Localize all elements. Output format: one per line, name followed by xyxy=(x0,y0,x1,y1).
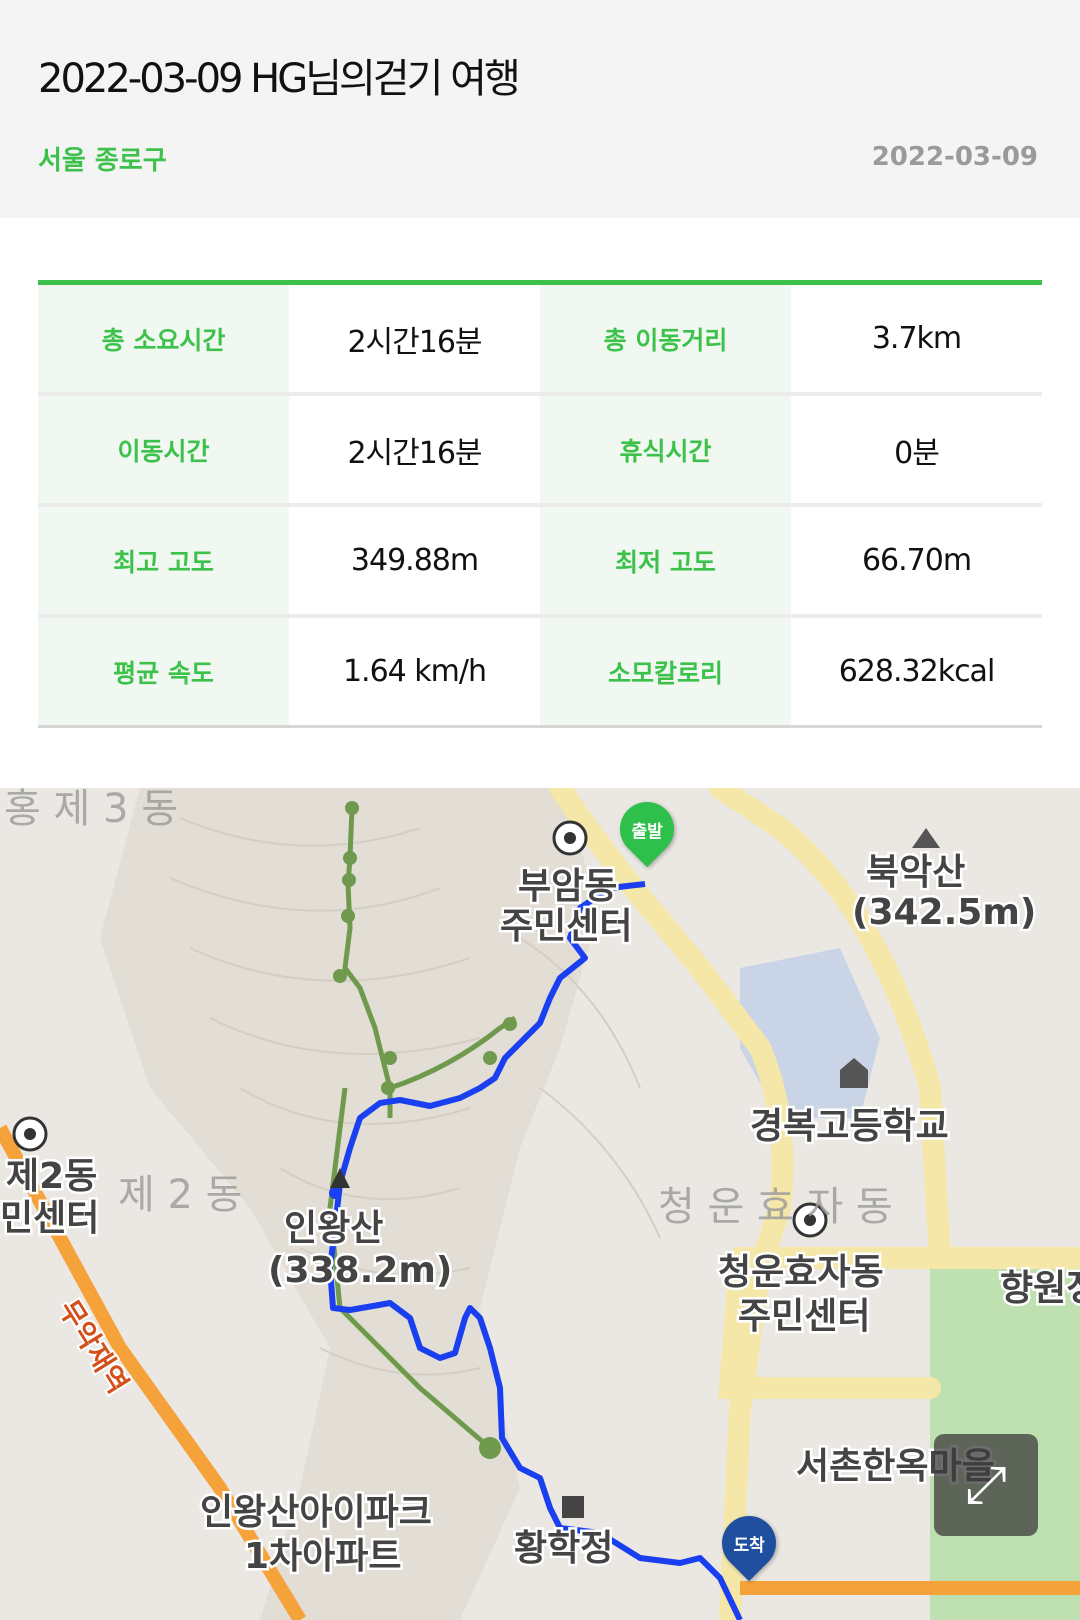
map-label-place: (338.2m) xyxy=(268,1250,452,1291)
map-label-place: 인왕산 xyxy=(284,1208,383,1249)
stat-label: 평균 속도 xyxy=(38,618,289,725)
map-label-place: 민센터 xyxy=(0,1198,99,1239)
map-label-place: 황학정 xyxy=(514,1528,613,1569)
stat-label: 최저 고도 xyxy=(540,507,791,614)
stat-label: 이동시간 xyxy=(38,396,289,503)
stats-table: 총 소요시간 2시간16분 총 이동거리 3.7km 이동시간 2시간16분 휴… xyxy=(38,280,1042,728)
map-label-place: 1차아파트 xyxy=(244,1536,402,1577)
header: 2022-03-09 HG님의걷기 여행 서울 종로구 2022-03-09 xyxy=(0,0,1080,218)
map-label-place: 주민센터 xyxy=(738,1296,870,1337)
stats-row: 이동시간 2시간16분 휴식시간 0분 xyxy=(38,396,1042,507)
stat-value: 0분 xyxy=(791,396,1042,503)
map-label-place: 인왕산아이파크 xyxy=(200,1492,432,1533)
map-label-place: (342.5m) xyxy=(852,892,1036,933)
stats-row: 평균 속도 1.64 km/h 소모칼로리 628.32kcal xyxy=(38,618,1042,728)
map-label-place: 청운효자동 xyxy=(718,1252,884,1293)
fullscreen-button[interactable]: ⤢ xyxy=(934,1434,1038,1536)
map-label-place: 향원정 xyxy=(1000,1268,1080,1309)
map-canvas: 홍 제 3 동 제 2 동 청 운 효 자 동 부암동 주민센터 북악산 (34… xyxy=(0,788,1080,1620)
end-marker-label: 도착 xyxy=(733,1535,765,1556)
date-label: 2022-03-09 xyxy=(871,142,1038,172)
stat-value: 2시간16분 xyxy=(289,285,540,392)
stat-label: 휴식시간 xyxy=(540,396,791,503)
stat-label: 총 소요시간 xyxy=(38,285,289,392)
stat-label: 소모칼로리 xyxy=(540,618,791,725)
map-label-area: 제 2 동 xyxy=(118,1172,242,1218)
map-label-place: 부암동 xyxy=(518,866,617,907)
stat-label: 총 이동거리 xyxy=(540,285,791,392)
stat-value: 349.88m xyxy=(289,507,540,614)
map-label-area: 홍 제 3 동 xyxy=(4,788,178,832)
stat-value: 3.7km xyxy=(791,285,1042,392)
map-label-place: 제2동 xyxy=(6,1156,97,1197)
region-label: 서울 종로구 xyxy=(38,146,167,176)
route-map[interactable]: 홍 제 3 동 제 2 동 청 운 효 자 동 부암동 주민센터 북악산 (34… xyxy=(0,788,1080,1620)
stats-row: 최고 고도 349.88m 최저 고도 66.70m xyxy=(38,507,1042,618)
stat-label: 최고 고도 xyxy=(38,507,289,614)
stats-row: 총 소요시간 2시간16분 총 이동거리 3.7km xyxy=(38,285,1042,396)
map-label-place: 북악산 xyxy=(866,852,965,893)
expand-icon: ⤢ xyxy=(965,1454,1007,1515)
start-marker-label: 출발 xyxy=(631,821,663,842)
stat-value: 628.32kcal xyxy=(791,618,1042,725)
map-label-place: 경복고등학교 xyxy=(750,1106,949,1147)
stat-value: 2시간16분 xyxy=(289,396,540,503)
map-label-area: 청 운 효 자 동 xyxy=(658,1184,893,1230)
route-current-dot xyxy=(329,1187,341,1199)
stat-value: 66.70m xyxy=(791,507,1042,614)
stat-value: 1.64 km/h xyxy=(289,618,540,725)
page-title: 2022-03-09 HG님의걷기 여행 xyxy=(38,56,521,102)
map-label-place: 주민센터 xyxy=(500,906,632,947)
